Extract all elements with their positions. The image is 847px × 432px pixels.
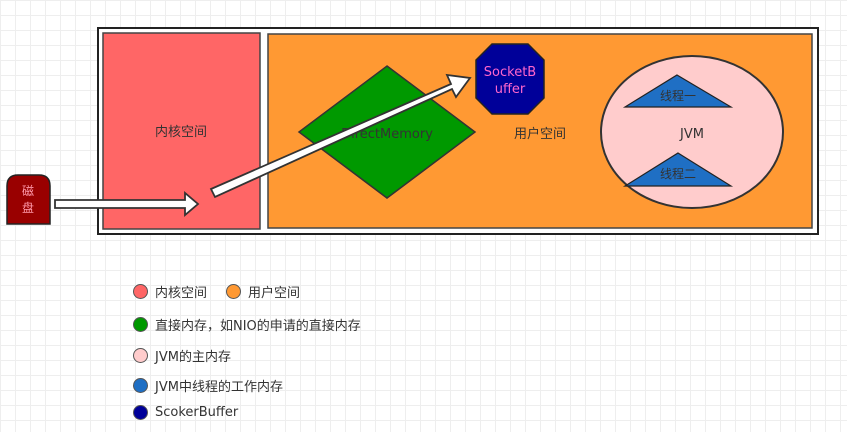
disk-shape bbox=[6, 174, 51, 225]
thread-two-label: 线程二 bbox=[660, 166, 696, 181]
legend-thread-working: JVM中线程的工作内存 bbox=[133, 376, 283, 395]
disk-label-line1: 磁 bbox=[22, 183, 34, 198]
legend-thread-working-label: JVM中线程的工作内存 bbox=[155, 380, 283, 395]
disk-label-line2: 盘 bbox=[22, 200, 34, 215]
legend-socker-buffer-label: ScokerBuffer bbox=[155, 405, 239, 420]
user-space-label: 用户空间 bbox=[514, 126, 566, 142]
socket-buffer-label-line1: SocketB bbox=[484, 65, 536, 80]
legend-jvm-main-dot bbox=[133, 348, 148, 363]
socket-buffer-label-line2: uffer bbox=[495, 82, 526, 97]
legend-jvm-main: JVM的主内存 bbox=[133, 346, 231, 365]
legend-kernel-label: 内核空间 bbox=[155, 286, 208, 301]
legend-direct-dot bbox=[133, 317, 148, 332]
kernel-space-label: 内核空间 bbox=[155, 124, 207, 140]
legend-kernel: 内核空间 bbox=[133, 282, 207, 301]
legend-user-label: 用户空间 bbox=[248, 286, 301, 301]
legend-user: 用户空间 bbox=[226, 282, 300, 301]
legend-direct-label: 直接内存，如NIO的申请的直接内存 bbox=[155, 319, 361, 334]
legend-user-dot bbox=[226, 284, 241, 299]
jvm-label: JVM bbox=[679, 127, 704, 142]
legend-kernel-dot bbox=[133, 284, 148, 299]
legend-jvm-main-label: JVM的主内存 bbox=[155, 350, 231, 365]
thread-one-label: 线程一 bbox=[660, 88, 696, 103]
legend-thread-working-dot bbox=[133, 378, 148, 393]
legend-socker-buffer: ScokerBuffer bbox=[133, 405, 238, 420]
legend-direct: 直接内存，如NIO的申请的直接内存 bbox=[133, 315, 361, 334]
memory-diagram: 内核空间 用户空间 DirectMemory JVM 线程一 线程二 磁 盘 S… bbox=[6, 27, 819, 235]
legend-socker-buffer-dot bbox=[133, 405, 148, 420]
